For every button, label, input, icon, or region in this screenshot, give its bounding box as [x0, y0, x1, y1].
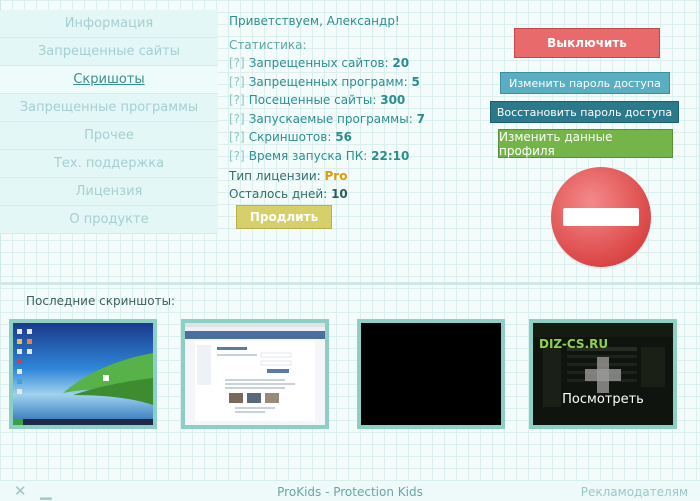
stat-label: Скриншотов: [248, 130, 332, 144]
stat-row: [?] Время запуска ПК: 22:10 [229, 149, 425, 168]
sidebar-item-info[interactable]: Информация [0, 10, 218, 38]
stat-value: 20 [392, 56, 410, 70]
sidebar-item-other[interactable]: Прочее [0, 122, 218, 150]
sidebar: Информация Запрещенные сайты Скришоты За… [0, 10, 218, 234]
greeting: Приветствуем, Александр! [229, 14, 400, 28]
stat-value: 5 [411, 74, 420, 89]
turn-off-button[interactable]: Выключить [514, 28, 660, 58]
license-type-value: Pro [324, 169, 348, 183]
sidebar-item-about[interactable]: О продукте [0, 206, 218, 234]
stat-label: Время запуска ПК: [248, 148, 368, 163]
stat-value: 300 [380, 93, 406, 107]
sidebar-item-blocked-sites[interactable]: Запрещенные сайты [0, 38, 218, 66]
stat-row: [?] Скриншотов: 56 [229, 130, 425, 149]
license-type-row: Тип лицензии: Pro [229, 169, 348, 187]
help-icon[interactable]: [?] [229, 130, 245, 144]
help-icon[interactable]: [?] [229, 93, 245, 107]
sidebar-item-blocked-programs[interactable]: Запрещенные программы [0, 94, 218, 122]
view-label[interactable]: Посмотреть [533, 392, 673, 407]
site-logo: DIZ-CS.RU [539, 337, 609, 351]
advertisers-link[interactable]: Рекламодателям [581, 485, 688, 499]
days-left-label: Осталось дней: [229, 187, 328, 201]
sidebar-item-support[interactable]: Тех. поддержка [0, 150, 218, 178]
info-panel: Приветствуем, Александр! Статистика: [?]… [229, 14, 425, 167]
help-icon[interactable]: [?] [229, 149, 245, 163]
stat-row: [?] Запрещенных сайтов: 20 [229, 56, 425, 75]
stat-label: Посещенные сайты: [248, 93, 377, 107]
screenshots-title: Последние скриншоты: [26, 294, 176, 308]
days-left-row: Осталось дней: 10 [229, 187, 348, 205]
stat-row: [?] Запрещенных программ: 5 [229, 75, 425, 94]
stat-value: 56 [335, 130, 352, 144]
sidebar-item-screenshots[interactable]: Скришоты [0, 66, 218, 94]
stat-label: Запрещенных сайтов: [248, 56, 389, 70]
desktop-screenshot-image [13, 323, 153, 425]
stat-row: [?] Запускаемые программы: 7 [229, 112, 425, 131]
restore-password-button[interactable]: Восстановить пароль доступа [490, 101, 679, 123]
license-info: Тип лицензии: Pro Осталось дней: 10 [229, 169, 348, 205]
stat-value: 22:10 [371, 148, 410, 163]
stat-label: Запускаемые программы: [248, 111, 413, 126]
days-left-value: 10 [331, 187, 348, 201]
stat-value: 7 [416, 111, 425, 126]
stat-row: [?] Посещенные сайты: 300 [229, 93, 425, 112]
footer: ✕ ▁ ProKids - Protection Kids Рекламодат… [0, 480, 700, 501]
divider [0, 283, 700, 285]
screenshot-thumbnail[interactable]: DIZ-CS.RU Посмотреть [529, 319, 677, 429]
change-password-button[interactable]: Изменить пароль доступа [500, 72, 670, 94]
help-icon[interactable]: [?] [229, 56, 245, 70]
help-icon[interactable]: [?] [229, 75, 245, 89]
screenshot-thumbnail[interactable] [181, 319, 329, 429]
help-icon[interactable]: [?] [229, 112, 245, 126]
black-screenshot-image [361, 323, 501, 425]
webpage-screenshot-image [185, 323, 325, 425]
stat-label: Запрещенных программ: [248, 74, 408, 89]
screenshot-thumbnail[interactable] [9, 319, 157, 429]
sidebar-item-license[interactable]: Лицензия [0, 178, 218, 206]
license-type-label: Тип лицензии: [229, 169, 321, 183]
stats-title: Статистика: [229, 38, 307, 52]
extend-button[interactable]: Продлить [236, 205, 332, 229]
change-profile-button[interactable]: Изменить данные профиля [498, 129, 673, 158]
stop-sign-icon [551, 167, 651, 269]
screenshot-thumbnail[interactable] [357, 319, 505, 429]
